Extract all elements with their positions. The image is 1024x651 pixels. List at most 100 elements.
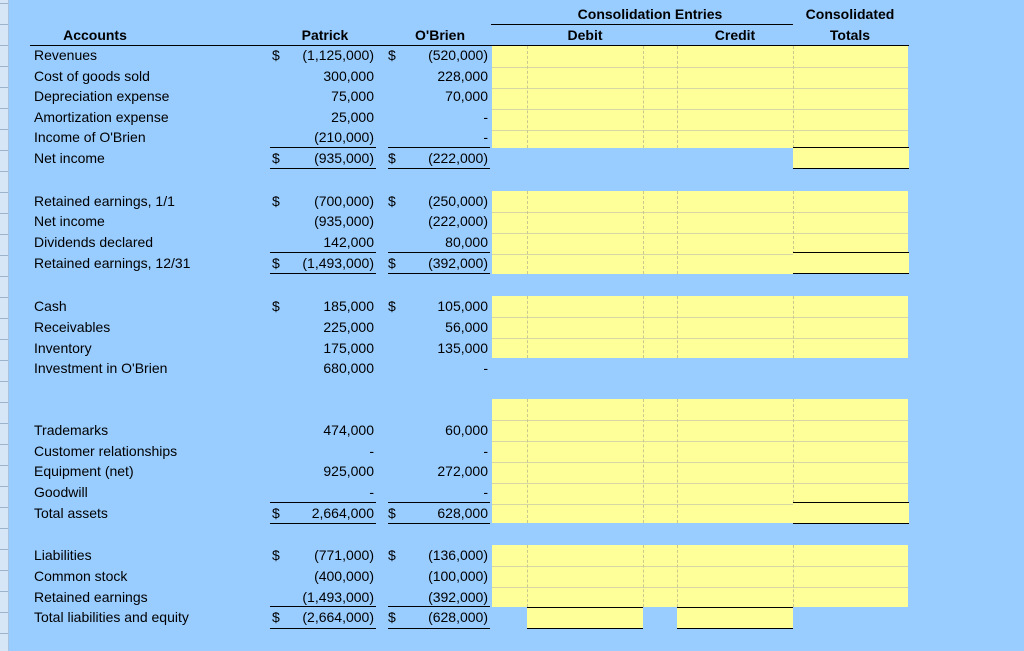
patrick-amount: 300,000 [323, 68, 374, 84]
consolidation-entry-cells[interactable] [492, 46, 908, 148]
account-label: Dividends declared [34, 234, 154, 250]
currency-sign: $ [388, 47, 396, 63]
patrick-amount: 25,000 [331, 109, 374, 125]
row-divider [0, 507, 8, 508]
obrien-amount: - [483, 484, 488, 500]
row-divider [0, 66, 8, 67]
consolidation-entry-cells[interactable] [492, 296, 908, 358]
cell-gridline [492, 212, 908, 213]
currency-sign [388, 441, 402, 461]
currency-sign: $ [272, 298, 280, 314]
currency-sign [388, 461, 402, 481]
retained-earnings-total-cell[interactable] [793, 253, 909, 274]
total-rule [388, 628, 490, 629]
account-label: Common stock [34, 568, 128, 584]
credit-total-cell[interactable] [677, 607, 793, 628]
obrien-amount: (392,000) [428, 255, 488, 271]
cell-gridline [492, 130, 908, 131]
obrien-amount: 80,000 [445, 234, 488, 250]
header-consolidated: Consolidated [805, 6, 895, 22]
cell-gridline [643, 46, 644, 148]
patrick-amount: (1,125,000) [302, 47, 374, 63]
currency-sign [388, 317, 402, 337]
row-divider [0, 87, 8, 88]
subtotal-rule [270, 147, 376, 148]
cell-gridline [492, 462, 908, 463]
cell-gridline [677, 46, 678, 148]
row-divider [0, 255, 8, 256]
cell-gridline [527, 46, 528, 148]
consolidation-entries-rule [491, 24, 793, 25]
account-label: Retained earnings, 12/31 [34, 255, 191, 271]
row-divider [0, 297, 8, 298]
row-divider [0, 129, 8, 130]
cell-gridline [492, 566, 908, 567]
currency-sign: $ [388, 298, 396, 314]
account-label: Net income [34, 213, 105, 229]
total-assets-total-cell[interactable] [793, 503, 909, 524]
currency-sign [272, 127, 286, 147]
account-label: Cash [34, 298, 67, 314]
currency-sign: $ [272, 609, 280, 625]
cell-gridline [527, 545, 528, 607]
total-rule [388, 168, 490, 169]
patrick-amount: 142,000 [323, 234, 374, 250]
patrick-amount: (935,000) [314, 213, 374, 229]
cell-gridline [643, 191, 644, 274]
account-label: Depreciation expense [34, 88, 170, 104]
total-rule [388, 523, 490, 524]
row-divider [0, 570, 8, 571]
currency-sign [388, 358, 402, 378]
patrick-amount: (1,493,000) [302, 255, 374, 271]
debit-total-cell[interactable] [527, 607, 643, 628]
row-divider [0, 24, 8, 25]
cell-gridline [492, 338, 908, 339]
subtotal-rule [793, 252, 909, 253]
currency-sign: $ [272, 547, 280, 563]
cell-gridline [793, 296, 794, 358]
obrien-amount: (520,000) [428, 47, 488, 63]
net-income-total-cell[interactable] [793, 148, 909, 169]
row-divider [0, 45, 8, 46]
cell-gridline [643, 399, 644, 523]
cell-gridline [492, 483, 908, 484]
currency-sign [388, 232, 402, 252]
obrien-amount: (100,000) [428, 568, 488, 584]
patrick-amount: - [369, 484, 374, 500]
header-patrick: Patrick [301, 27, 349, 43]
obrien-amount: (222,000) [428, 213, 488, 229]
obrien-amount: 228,000 [437, 68, 488, 84]
row-divider [0, 339, 8, 340]
currency-sign: $ [272, 47, 280, 63]
subtotal-rule [793, 502, 909, 503]
currency-sign [388, 211, 402, 231]
obrien-amount: (250,000) [428, 193, 488, 209]
total-rule [527, 628, 643, 629]
patrick-amount: 225,000 [323, 319, 374, 335]
obrien-amount: (628,000) [428, 609, 488, 625]
obrien-amount: - [483, 109, 488, 125]
currency-sign: $ [388, 609, 396, 625]
obrien-amount: 56,000 [445, 319, 488, 335]
row-divider [0, 591, 8, 592]
row-divider [0, 549, 8, 550]
row-divider [0, 423, 8, 424]
account-label: Inventory [34, 340, 92, 356]
obrien-amount: 60,000 [445, 422, 488, 438]
currency-sign: $ [388, 193, 396, 209]
currency-sign [388, 482, 402, 502]
consolidation-entry-cells[interactable] [492, 545, 908, 607]
cell-gridline [492, 587, 908, 588]
currency-sign [272, 317, 286, 337]
row-divider [0, 276, 8, 277]
patrick-amount: 175,000 [323, 340, 374, 356]
subtotal-rule [270, 606, 376, 607]
cell-gridline [677, 296, 678, 358]
currency-sign [388, 338, 402, 358]
blank-cell [643, 607, 677, 628]
cell-gridline [492, 441, 908, 442]
currency-sign [272, 587, 286, 607]
account-label: Receivables [34, 319, 111, 335]
patrick-amount: - [369, 443, 374, 459]
header-consolidation-entries: Consolidation Entries [577, 6, 723, 22]
